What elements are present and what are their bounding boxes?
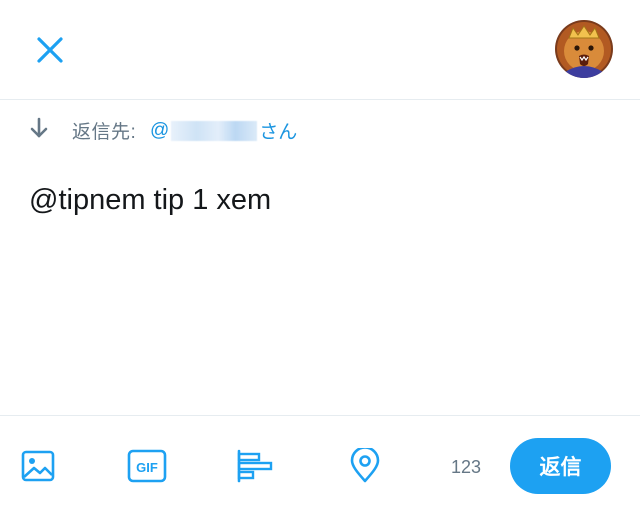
avatar[interactable] (555, 20, 613, 78)
poll-icon (237, 449, 273, 483)
location-icon (350, 448, 380, 483)
close-icon (37, 37, 63, 63)
bottom-toolbar: GIF 123 返信 (0, 415, 640, 512)
image-icon (21, 450, 55, 482)
lion-avatar-icon (555, 20, 613, 78)
reply-button[interactable]: 返信 (510, 438, 611, 494)
add-poll-button[interactable] (235, 446, 275, 486)
close-button[interactable] (30, 30, 70, 70)
reply-context: 返信先: @ さん (0, 100, 640, 156)
reply-to-handle[interactable]: @ さん (150, 117, 297, 144)
compose-textarea[interactable]: @tipnem tip 1 xem (29, 184, 271, 217)
at-sign: @ (150, 119, 170, 141)
arrow-down-icon (28, 116, 50, 140)
top-bar (0, 0, 640, 100)
add-gif-button[interactable]: GIF (127, 446, 167, 486)
add-location-button[interactable] (345, 446, 385, 486)
character-count: 123 (451, 457, 482, 477)
reply-to-label: 返信先: (72, 122, 137, 143)
redacted-username (171, 120, 258, 141)
gif-icon: GIF (127, 449, 167, 483)
add-image-button[interactable] (18, 446, 58, 486)
gif-label: GIF (136, 460, 158, 475)
honorific-suffix: さん (259, 122, 298, 143)
